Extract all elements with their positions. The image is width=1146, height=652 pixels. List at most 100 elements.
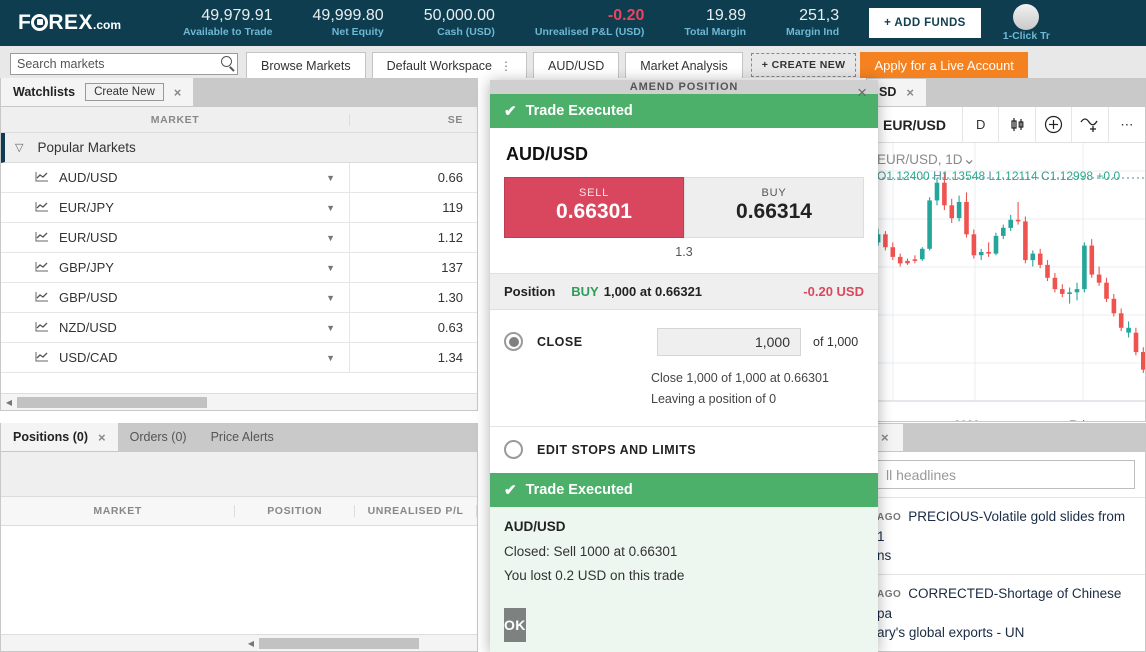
sell-price[interactable]: 0.66 <box>349 163 477 192</box>
watchlist-horizontal-scrollbar[interactable]: ◀ <box>1 393 477 410</box>
column-unrealised-pl[interactable]: UNREALISED P/L <box>355 505 477 517</box>
tab-label: Browse Markets <box>261 59 351 73</box>
news-item[interactable]: AGOPRECIOUS-Volatile gold slides from 1 … <box>867 497 1145 574</box>
chevron-down-icon[interactable]: ▼ <box>326 323 335 333</box>
forex-logo[interactable]: FREX.com <box>18 11 121 35</box>
positions-horizontal-scrollbar[interactable]: ◀ <box>1 634 477 651</box>
stat-cash-usd: 50,000.00 Cash (USD) <box>404 7 515 39</box>
stat-label: Net Equity <box>313 25 384 39</box>
scrollbar-thumb[interactable] <box>259 638 419 649</box>
close-quantity-input[interactable] <box>657 328 801 356</box>
sell-price[interactable]: 137 <box>349 253 477 282</box>
more-tools-icon[interactable]: ⋯ <box>1109 107 1145 143</box>
scroll-left-arrow-icon[interactable]: ◀ <box>1 398 17 407</box>
stat-value: 19.89 <box>684 7 746 25</box>
positions-filter-area <box>1 452 477 496</box>
sell-price[interactable]: 1.12 <box>349 223 477 252</box>
chevron-down-icon[interactable]: ▼ <box>326 293 335 303</box>
close-option-label: CLOSE <box>537 335 657 349</box>
ok-button[interactable]: OK <box>504 608 526 642</box>
watchlist-row-eurusd[interactable]: EUR/USD ▼ 1.12 <box>1 223 477 253</box>
sparkline-icon <box>35 200 49 215</box>
watchlist-row-usdcad[interactable]: USD/CAD ▼ 1.34 <box>1 343 477 373</box>
current-position-summary: Position BUY 1,000 at 0.66321 -0.20 USD <box>490 273 878 310</box>
news-headline: PRECIOUS-Volatile gold slides from 1 <box>877 509 1125 544</box>
watchlist-row-gbpjpy[interactable]: GBP/JPY ▼ 137 <box>1 253 477 283</box>
apply-live-account-button[interactable]: Apply for a Live Account <box>860 52 1027 78</box>
chart-canvas[interactable]: EUR/USD, 1D⌄ O1.12400 H1.13548 L1.12114 … <box>867 143 1145 422</box>
create-new-workspace-button[interactable]: + CREATE NEW <box>751 53 857 77</box>
chart-panel: SD × EUR/USD D <box>866 78 1146 422</box>
candle-style-icon[interactable] <box>999 107 1035 143</box>
market-name: USD/CAD <box>59 350 326 365</box>
check-icon: ✔ <box>504 481 517 499</box>
news-headline: CORRECTED-Shortage of Chinese pa <box>877 586 1121 621</box>
chevron-down-icon[interactable]: ▼ <box>326 203 335 213</box>
edit-stops-limits-row[interactable]: EDIT STOPS AND LIMITS <box>490 426 878 473</box>
stat-unrealised-pl: -0.20 Unrealised P&L (USD) <box>515 7 665 39</box>
close-icon[interactable]: × <box>881 430 889 445</box>
one-click-trading-label: 1-Click Tr <box>1003 30 1050 42</box>
scrollbar-thumb[interactable] <box>17 397 207 408</box>
column-position[interactable]: POSITION <box>235 505 355 517</box>
chart-symbol[interactable]: EUR/USD <box>867 107 963 143</box>
tab-audusd[interactable]: AUD/USD <box>533 52 619 78</box>
timeframe-button[interactable]: D <box>963 107 999 143</box>
buy-button[interactable]: BUY 0.66314 <box>684 177 864 238</box>
close-icon[interactable]: × <box>906 85 914 100</box>
close-icon[interactable]: × <box>857 83 868 103</box>
tab-positions[interactable]: Positions (0) × <box>1 423 118 451</box>
tab-orders[interactable]: Orders (0) <box>118 423 199 451</box>
one-click-trading-toggle[interactable]: 1-Click Tr <box>1003 4 1050 42</box>
watchlist-tab[interactable]: Watchlists Create New × <box>1 78 193 106</box>
watchlist-row-gbpusd[interactable]: GBP/USD ▼ 1.30 <box>1 283 477 313</box>
watchlist-panel: Watchlists Create New × MARKET SE ▽ Popu… <box>0 78 478 411</box>
positions-panel: Positions (0) × Orders (0) Price Alerts … <box>0 423 478 652</box>
news-search-placeholder: ll headlines <box>886 467 956 483</box>
close-icon[interactable]: × <box>98 430 106 445</box>
chart-svg <box>867 143 1146 422</box>
chart-tab-label: SD <box>879 85 896 99</box>
news-search-field[interactable]: ll headlines <box>877 460 1135 489</box>
edit-stops-radio-button[interactable] <box>504 440 523 459</box>
buy-price: 0.66314 <box>685 200 863 224</box>
chart-vgridlines <box>893 143 1083 401</box>
sell-price[interactable]: 119 <box>349 193 477 222</box>
chevron-down-icon[interactable]: ▽ <box>15 141 23 154</box>
sell-price[interactable]: 0.63 <box>349 313 477 342</box>
chevron-down-icon[interactable]: ▼ <box>326 263 335 273</box>
create-new-watchlist-button[interactable]: Create New <box>85 83 164 101</box>
tab-browse-markets[interactable]: Browse Markets <box>246 52 366 78</box>
close-option-row[interactable]: CLOSE of 1,000 <box>490 310 878 356</box>
sell-price[interactable]: 1.30 <box>349 283 477 312</box>
tab-default-workspace[interactable]: Default Workspace ⋮ <box>372 52 527 78</box>
chevron-down-icon[interactable]: ▼ <box>326 233 335 243</box>
tab-price-alerts[interactable]: Price Alerts <box>199 423 286 451</box>
close-radio-button[interactable] <box>504 332 523 351</box>
news-item[interactable]: AGOCORRECTED-Shortage of Chinese pa ary'… <box>867 574 1145 651</box>
sparkline-icon <box>35 350 49 365</box>
search-input[interactable] <box>10 53 238 75</box>
add-funds-button[interactable]: + ADD FUNDS <box>869 8 981 38</box>
sell-button[interactable]: SELL 0.66301 <box>504 177 684 238</box>
news-headline-wrap: ns <box>877 546 1135 565</box>
watchlist-row-audusd[interactable]: AUD/USD ▼ 0.66 <box>1 163 477 193</box>
close-icon[interactable]: × <box>174 85 182 100</box>
column-market[interactable]: MARKET <box>1 505 235 517</box>
sell-price[interactable]: 1.34 <box>349 343 477 372</box>
kebab-menu-icon[interactable]: ⋮ <box>500 59 512 73</box>
tab-label: Default Workspace <box>387 59 492 73</box>
watchlist-row-nzdusd[interactable]: NZD/USD ▼ 0.63 <box>1 313 477 343</box>
add-indicator-icon[interactable] <box>1036 107 1072 143</box>
toggle-knob-icon[interactable] <box>1013 4 1039 30</box>
add-overlay-icon[interactable] <box>1072 107 1108 143</box>
watchlist-group-popular-markets[interactable]: ▽ Popular Markets <box>1 133 477 163</box>
sparkline-icon <box>35 320 49 335</box>
scroll-left-arrow-icon[interactable]: ◀ <box>243 639 259 648</box>
chevron-down-icon[interactable]: ▼ <box>326 173 335 183</box>
chevron-down-icon[interactable]: ▼ <box>326 353 335 363</box>
stat-net-equity: 49,999.80 Net Equity <box>293 7 404 39</box>
watchlist-row-eurjpy[interactable]: EUR/JPY ▼ 119 <box>1 193 477 223</box>
edit-stops-limits-label: EDIT STOPS AND LIMITS <box>537 443 696 457</box>
tab-market-analysis[interactable]: Market Analysis <box>625 52 743 78</box>
